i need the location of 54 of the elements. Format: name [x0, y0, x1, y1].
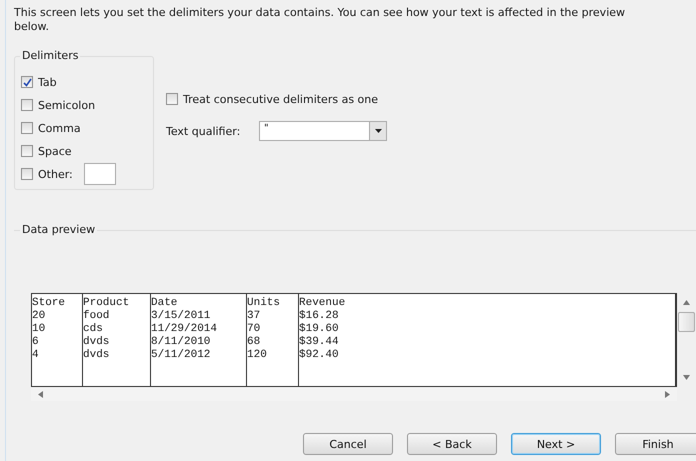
- scroll-up-icon[interactable]: [682, 299, 690, 306]
- checkbox[interactable]: [21, 145, 33, 157]
- wizard-button[interactable]: Cancel: [303, 433, 393, 455]
- checkbox[interactable]: [21, 122, 33, 134]
- table-cell-text: Date: [151, 297, 178, 310]
- table-cell-text: cds: [83, 323, 104, 336]
- table-cell-text: Product: [83, 297, 130, 310]
- table-cell-text: Units: [247, 297, 282, 310]
- wizard-button[interactable]: < Back: [407, 433, 497, 455]
- table-cell-text: 3/15/2011: [151, 310, 212, 323]
- checkbox-label[interactable]: Space: [38, 144, 72, 158]
- table-cell-text: Revenue: [299, 297, 346, 310]
- table-cell-text: $92.40: [299, 349, 340, 362]
- table-cell-text: dvds: [83, 349, 110, 362]
- scroll-left-icon[interactable]: [37, 390, 44, 398]
- checkbox-label[interactable]: Comma: [38, 122, 81, 134]
- table-cell-text: 11/29/2014: [151, 323, 218, 336]
- checkbox[interactable]: [21, 99, 33, 111]
- checkbox-label[interactable]: Treat consecutive delimiters as one: [183, 92, 378, 106]
- table-cell-text: $16.28: [299, 310, 340, 323]
- wizard-button[interactable]: Next >: [511, 433, 601, 455]
- table-cell-text: 6: [32, 336, 40, 349]
- intro-text: This screen lets you set the delimiters your data contains. You can see how your text is affected in the preview below.: [14, 6, 626, 34]
- other-delimiter-field[interactable]: [84, 163, 116, 185]
- checkbox[interactable]: [166, 93, 178, 105]
- dropdown-arrow-icon: [374, 129, 382, 133]
- checkbox-label[interactable]: Other:: [38, 168, 73, 180]
- table-cell-text: 70: [247, 323, 262, 336]
- table-cell-text: $19.60: [299, 323, 340, 336]
- table-cell-text: 8/11/2010: [151, 336, 212, 349]
- checkmark-icon: [22, 78, 32, 86]
- wizard-button[interactable]: Finish: [615, 433, 696, 455]
- table-cell-text: Store: [32, 297, 66, 310]
- checkbox-label[interactable]: Semicolon: [38, 98, 96, 112]
- checkbox-label[interactable]: Tab: [38, 76, 57, 88]
- group-title: Delimiters: [20, 49, 80, 62]
- table-cell-text: food: [83, 310, 110, 323]
- checkbox[interactable]: [21, 76, 33, 88]
- field-label: Text qualifier:: [166, 124, 242, 138]
- table-cell-text: 37: [247, 310, 262, 323]
- scroll-right-icon[interactable]: [664, 390, 671, 398]
- scroll-down-icon[interactable]: [682, 374, 690, 381]
- text-qualifier-dropdown[interactable]: ": [259, 121, 387, 141]
- table-cell-text: $39.44: [299, 336, 340, 349]
- table-cell-text: dvds: [83, 336, 110, 349]
- scrollbar-thumb[interactable]: [678, 312, 694, 332]
- group-title: Data preview: [20, 223, 98, 236]
- table-cell-text: 20: [32, 310, 46, 323]
- checkbox[interactable]: [21, 168, 33, 180]
- table-cell-text: 5/11/2012: [151, 349, 212, 362]
- table-cell-text: 4: [32, 349, 40, 362]
- table-cell-text: 68: [247, 336, 262, 349]
- table-cell-text: 10: [32, 323, 46, 336]
- table-cell-text: 120: [247, 349, 268, 362]
